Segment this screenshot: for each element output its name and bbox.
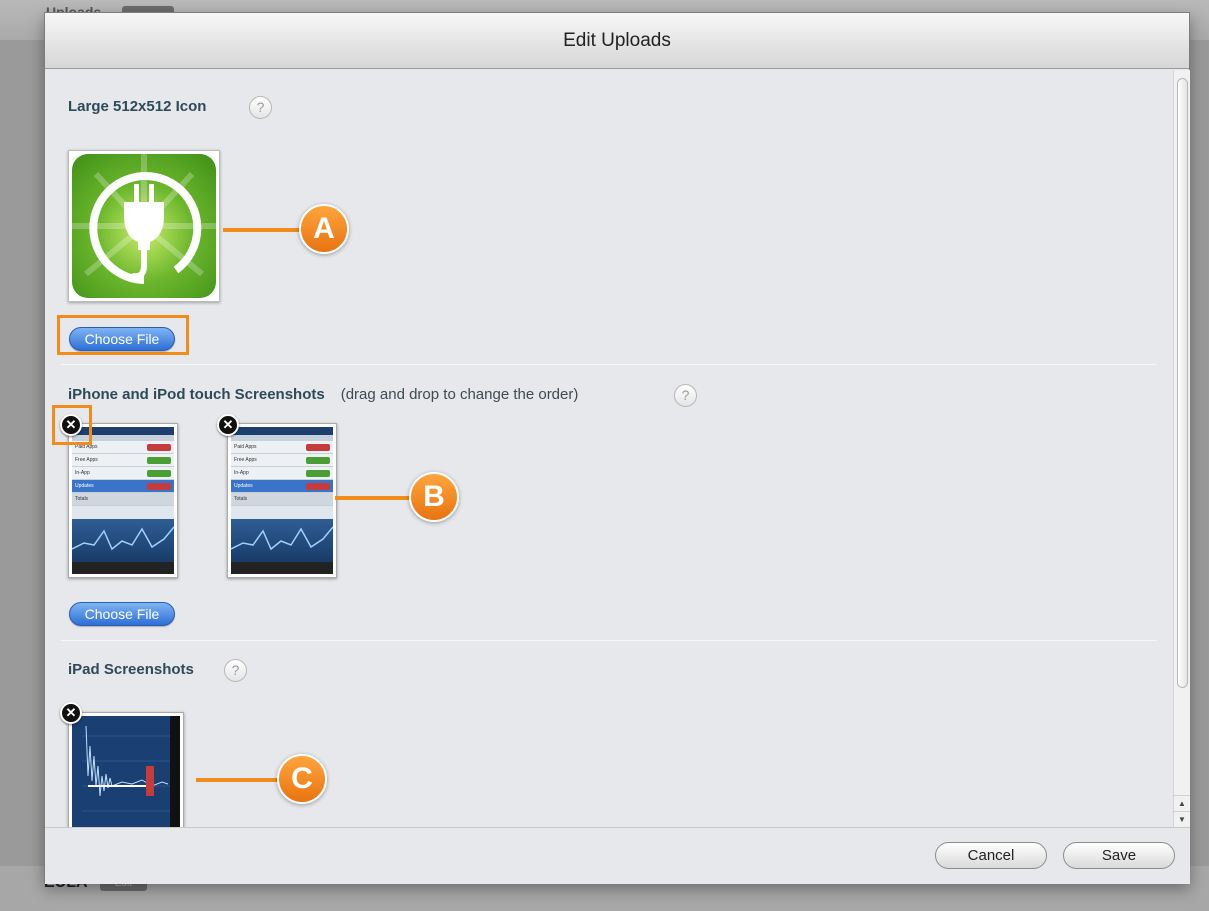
ipad-help-icon[interactable]: ?: [224, 659, 247, 682]
callout-b-badge: B: [409, 472, 459, 522]
close-icon[interactable]: ✕: [60, 414, 82, 436]
scroll-up-arrow-icon[interactable]: ▲: [1174, 795, 1190, 811]
dialog-title: Edit Uploads: [563, 29, 671, 51]
dialog-titlebar: Edit Uploads: [45, 13, 1189, 69]
icon-section-title: Large 512x512 Icon: [68, 98, 207, 115]
row-label: Free Apps: [234, 457, 257, 463]
large-icon-image: [68, 150, 220, 302]
tabbar-graphic: [231, 562, 333, 574]
row-label: Updates: [234, 483, 253, 489]
chart-graphic: [231, 519, 333, 565]
iphone-section-title-text: iPhone and iPod touch Screenshots: [68, 386, 325, 403]
iphone-screenshot-2[interactable]: Paid Apps Free Apps In-App Updates Total…: [227, 423, 337, 578]
scroll-down-arrow-icon[interactable]: ▼: [1174, 811, 1190, 827]
icon-choose-file-button[interactable]: Choose File: [69, 327, 175, 351]
screenshot-image: [72, 716, 180, 827]
close-icon[interactable]: ✕: [217, 414, 239, 436]
callout-c-line: [196, 778, 280, 782]
row-label: Totals: [75, 496, 89, 502]
icon-help-icon[interactable]: ?: [249, 96, 272, 119]
close-icon[interactable]: ✕: [60, 702, 82, 724]
vertical-scrollbar[interactable]: ▲ ▼: [1173, 70, 1190, 827]
iphone-section-title: iPhone and iPod touch Screenshots (drag a…: [68, 386, 578, 403]
row-label: Updates: [75, 483, 94, 489]
screenshot-image: Paid Apps Free Apps In-App Updates Total…: [231, 427, 333, 574]
row-label: Totals: [234, 496, 248, 502]
scrollbar-thumb[interactable]: [1177, 78, 1188, 688]
ipad-screenshot-1[interactable]: [68, 712, 184, 827]
callout-c-badge: C: [277, 754, 327, 804]
callout-a-line: [223, 228, 303, 232]
row-label: Paid Apps: [234, 444, 257, 450]
ipad-section-title: iPad Screenshots: [68, 661, 194, 678]
tabbar-graphic: [72, 562, 174, 574]
section-divider: [61, 640, 1157, 641]
chart-graphic: [72, 519, 174, 565]
callout-b-line: [335, 496, 415, 500]
row-label: In-App: [75, 470, 90, 476]
row-label: In-App: [234, 470, 249, 476]
plug-icon: [72, 154, 216, 298]
iphone-screenshot-1[interactable]: Paid Apps Free Apps In-App Updates Total…: [68, 423, 178, 578]
section-divider: [61, 364, 1157, 365]
dialog-content: Large 512x512 Icon ? A Choose File iPhon…: [45, 70, 1173, 827]
row-label: Free Apps: [75, 457, 98, 463]
screenshot-image: Paid Apps Free Apps In-App Updates Total…: [72, 427, 174, 574]
iphone-help-icon[interactable]: ?: [674, 384, 697, 407]
cancel-button[interactable]: Cancel: [935, 842, 1047, 869]
save-button[interactable]: Save: [1063, 842, 1175, 869]
edit-uploads-dialog: Edit Uploads Large 512x512 Icon ? A Choo…: [44, 12, 1190, 884]
callout-a-badge: A: [299, 204, 349, 254]
iphone-choose-file-button[interactable]: Choose File: [69, 602, 175, 626]
iphone-section-note: (drag and drop to change the order): [340, 386, 579, 403]
dialog-footer: Cancel Save: [45, 827, 1190, 884]
